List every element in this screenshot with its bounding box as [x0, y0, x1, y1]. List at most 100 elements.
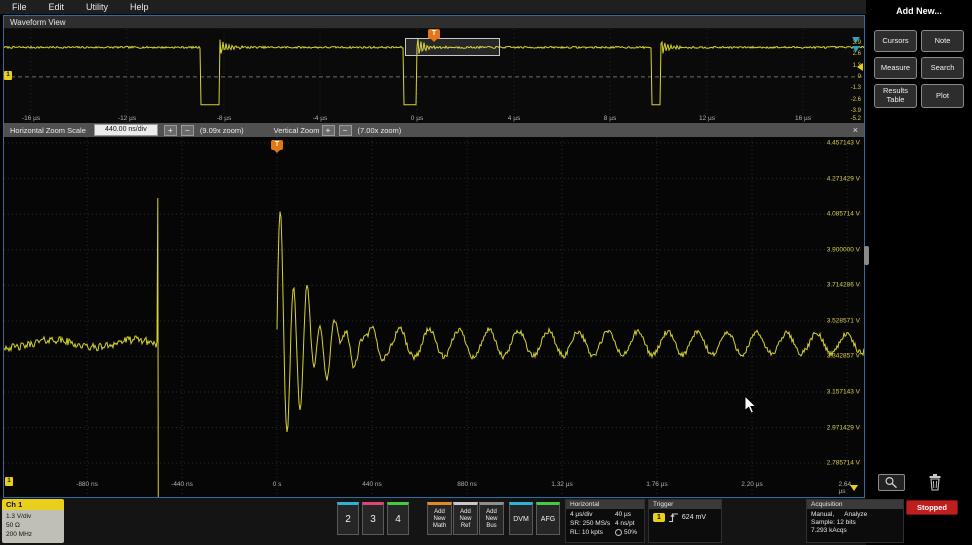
zoom-x-tick: 2.20 µs: [741, 481, 762, 488]
trash-icon[interactable]: [926, 472, 944, 491]
overview-y-tick: -5.2: [851, 116, 861, 122]
add-plot-button[interactable]: Plot: [921, 84, 964, 108]
channel3-button[interactable]: 3: [362, 502, 384, 535]
menu-help[interactable]: Help: [130, 2, 149, 12]
horizontal-setting: SR: 250 MS/s: [570, 520, 615, 527]
zoom-x-tick: 880 ns: [457, 481, 477, 488]
horizontal-title: Horizontal: [566, 500, 644, 509]
trigger-settings: 1 624 mV: [649, 509, 721, 523]
h-zoom-factor: (9.09x zoom): [200, 126, 244, 135]
add-new-bus-button[interactable]: Add New Bus: [479, 502, 504, 535]
trigger-title: Trigger: [649, 500, 721, 509]
afg-button[interactable]: AFG: [536, 502, 560, 535]
mouse-cursor: [744, 395, 757, 414]
menu-file[interactable]: File: [12, 2, 27, 12]
add-measure-button[interactable]: Measure: [874, 57, 917, 79]
add-cursors-button[interactable]: Cursors: [874, 30, 917, 52]
trigger-source-badge: 1: [653, 513, 665, 522]
channel4-button[interactable]: 4: [387, 502, 409, 535]
channel1-marker[interactable]: 1: [4, 71, 12, 80]
zoom-y-tick: 3.342857 V: [827, 353, 860, 360]
horizontal-badge[interactable]: Horizontal 4 µs/div40 µsSR: 250 MS/s4 ns…: [565, 499, 645, 543]
zoom-scale-title: Horizontal Zoom Scale: [10, 126, 86, 135]
channel1-badge[interactable]: Ch 1 1.3 V/div 50 Ω 200 MHz: [2, 499, 64, 543]
acquisition-badge[interactable]: Acquisition Manual, Analyze Sample: 12 b…: [806, 499, 904, 543]
acquisition-title: Acquisition: [807, 500, 903, 509]
zoom-window-box[interactable]: [405, 38, 500, 56]
dvm-button[interactable]: DVM: [509, 502, 533, 535]
horizontal-setting: 4 ns/pt: [615, 520, 644, 527]
close-zoom-icon[interactable]: ×: [853, 125, 858, 135]
channel1-settings: 1.3 V/div 50 Ω 200 MHz: [2, 510, 64, 543]
oscilloscope-app: File Edit Utility Help Waveform View T 1 -1…: [0, 0, 972, 545]
zoom-y-tick: 2.785714 V: [827, 460, 860, 467]
overview-plot[interactable]: T 1 -16 µs-12 µs-8 µs-4 µs0 µs4 µs8 µs12…: [4, 29, 864, 123]
zoom-y-tick: 3.528571 V: [827, 317, 860, 324]
channel1-bandwidth: 200 MHz: [6, 530, 64, 539]
zoom-x-tick: 1.76 µs: [646, 481, 667, 488]
overview-y-tick: 0: [858, 74, 861, 80]
trash-glyph: [927, 473, 943, 491]
zoom-x-tick: 0 s: [273, 481, 282, 488]
zoom-y-tick: 2.971429 V: [827, 424, 860, 431]
panel-resize-handle[interactable]: [864, 246, 869, 265]
h-zoom-out-button[interactable]: −: [181, 125, 194, 136]
zoom-tool-button[interactable]: [878, 474, 905, 491]
acquisition-analyze: Analyze: [844, 511, 867, 518]
v-zoom-out-button[interactable]: −: [339, 125, 352, 136]
horizontal-setting: 50%: [615, 529, 644, 536]
zoom-scale-bar: Horizontal Zoom Scale 440.00 ns/div + − …: [4, 123, 864, 137]
overview-y-tick: -3.9: [851, 108, 861, 114]
waveform-view-title: Waveform View: [10, 18, 66, 27]
menu-edit[interactable]: Edit: [49, 2, 65, 12]
rising-edge-icon: [668, 512, 679, 523]
menu-utility[interactable]: Utility: [86, 2, 108, 12]
zoom-y-tick: 4.085714 V: [827, 211, 860, 218]
acquisition-count: 7.293 kAcqs: [807, 526, 903, 534]
add-new-panel: Add New... Stopped CursorsNoteMeasureSea…: [866, 0, 972, 545]
overview-x-tick: -16 µs: [22, 115, 40, 122]
add-search-button[interactable]: Search: [921, 57, 964, 79]
trigger-position-flag[interactable]: T: [428, 29, 440, 39]
magnifier-icon: [884, 476, 899, 489]
v-zoom-factor: (7.00x zoom): [358, 126, 402, 135]
horizontal-zoom-scale-value[interactable]: 440.00 ns/div: [94, 124, 158, 136]
channel1-name: Ch 1: [2, 499, 64, 510]
zoom-y-tick: 4.457143 V: [827, 140, 860, 147]
add-new-ref-button[interactable]: Add New Ref: [453, 502, 478, 535]
overview-x-tick: 8 µs: [604, 115, 616, 122]
add-note-button[interactable]: Note: [921, 30, 964, 52]
trigger-level-value: 624 mV: [682, 514, 706, 521]
overview-y-tick: -2.6: [851, 97, 861, 103]
acquisition-mode-value: Manual,: [811, 511, 834, 518]
channel1-impedance: 50 Ω: [6, 521, 64, 530]
zoom-y-tick: 3.157143 V: [827, 389, 860, 396]
zoom-y-tick: 3.900000 V: [827, 246, 860, 253]
zoom-x-tick: -440 ns: [171, 481, 193, 488]
overview-x-tick: 16 µs: [795, 115, 811, 122]
add-new-math-button[interactable]: Add New Math: [427, 502, 452, 535]
trigger-badge[interactable]: Trigger 1 624 mV: [648, 499, 722, 543]
horizontal-setting: 40 µs: [615, 511, 644, 518]
zoom-x-tick: 1.32 µs: [551, 481, 572, 488]
overview-y-tick: 2.6: [853, 51, 861, 57]
channel1-offscale-marker[interactable]: 1: [5, 477, 13, 486]
trigger-flag[interactable]: T: [271, 140, 283, 150]
overview-x-tick: -12 µs: [118, 115, 136, 122]
channel2-button[interactable]: 2: [337, 502, 359, 535]
run-stop-status-button[interactable]: Stopped: [906, 500, 958, 515]
horizontal-setting: RL: 10 kpts: [570, 529, 615, 536]
channel1-scale: 1.3 V/div: [6, 512, 64, 521]
horizontal-expansion-value: 50%: [624, 529, 637, 536]
waveform-view: Waveform View T 1 -16 µs-12 µs-8 µs-4 µs…: [3, 15, 865, 498]
zoom-y-tick: 3.714286 V: [827, 282, 860, 289]
add-results-table-button[interactable]: Results Table: [874, 84, 917, 108]
h-zoom-in-button[interactable]: +: [164, 125, 177, 136]
overview-x-tick: 12 µs: [699, 115, 715, 122]
zoom-x-tick: 440 ns: [362, 481, 382, 488]
zoom-plot[interactable]: T 1 -880 ns-440 ns0 s440 ns880 ns1.32 µs…: [4, 137, 864, 497]
v-zoom-in-button[interactable]: +: [322, 125, 335, 136]
overview-x-tick: -8 µs: [217, 115, 232, 122]
menu-bar: File Edit Utility Help: [0, 0, 866, 14]
waveform-view-tab[interactable]: Waveform View: [4, 16, 864, 29]
